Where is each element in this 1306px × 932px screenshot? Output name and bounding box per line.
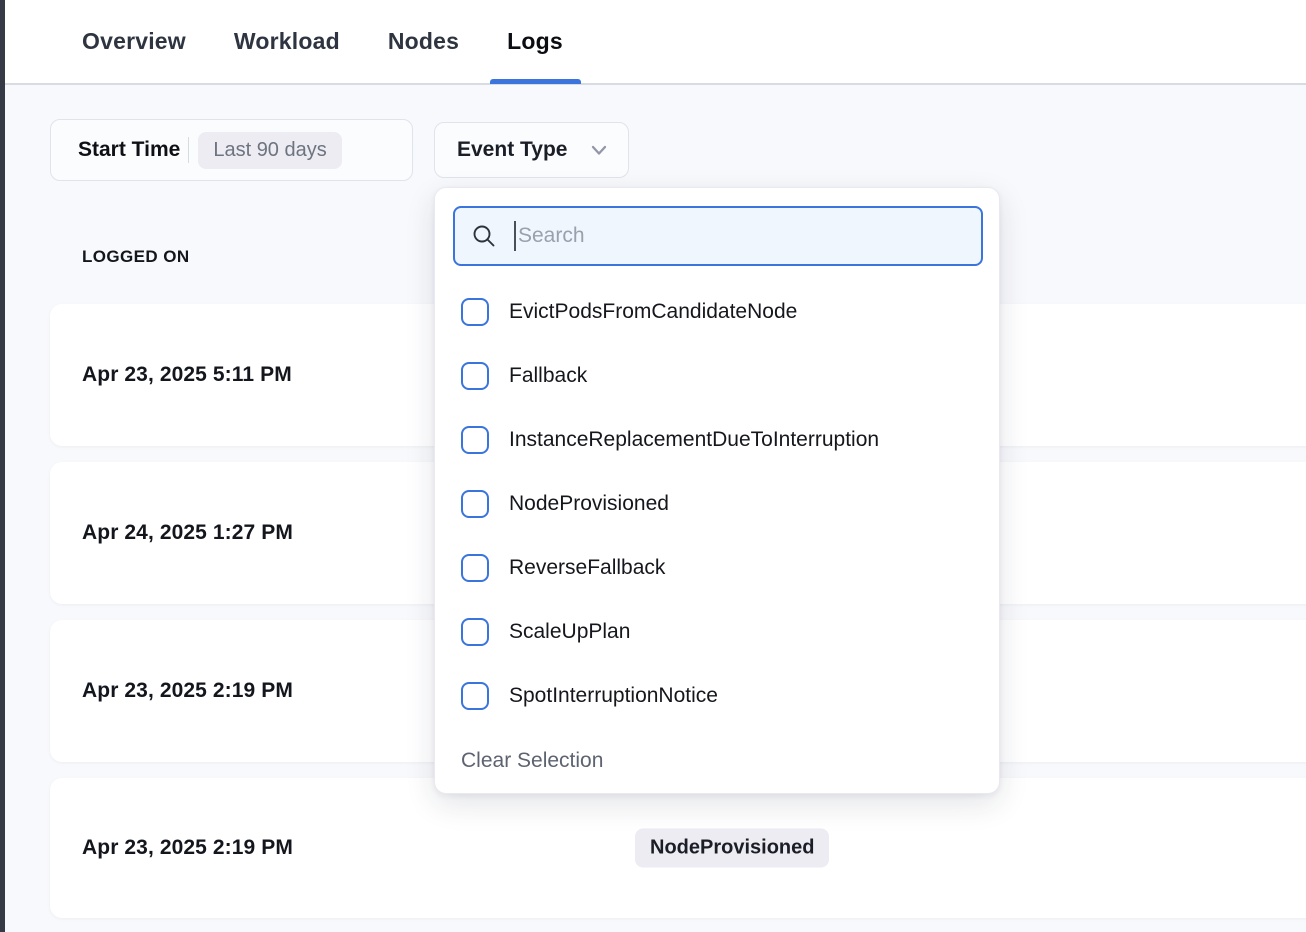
tab-overview[interactable]: Overview: [82, 0, 186, 84]
tab-workload[interactable]: Workload: [234, 0, 340, 84]
option-reversefallback[interactable]: ReverseFallback: [435, 536, 999, 600]
logged-on-timestamp: Apr 23, 2025 2:19 PM: [82, 679, 293, 703]
checkbox[interactable]: [461, 490, 489, 518]
left-sidebar-edge: [0, 0, 5, 932]
tab-logs-label: Logs: [507, 28, 563, 55]
option-fallback[interactable]: Fallback: [435, 344, 999, 408]
logged-on-timestamp: Apr 23, 2025 5:11 PM: [82, 363, 292, 387]
option-label: NodeProvisioned: [509, 492, 669, 516]
active-tab-indicator: [490, 79, 581, 84]
event-type-filter-button[interactable]: Event Type: [434, 122, 629, 178]
checkbox[interactable]: [461, 618, 489, 646]
tab-bar: Overview Workload Nodes Logs: [0, 0, 1306, 85]
log-table-row[interactable]: Apr 23, 2025 2:19 PM NodeProvisioned: [50, 778, 1306, 918]
option-spotinterruptionnotice[interactable]: SpotInterruptionNotice: [435, 664, 999, 728]
chevron-down-icon: [588, 139, 610, 161]
option-scaleupplan[interactable]: ScaleUpPlan: [435, 600, 999, 664]
tab-nodes[interactable]: Nodes: [388, 0, 459, 84]
event-type-label: Event Type: [457, 138, 588, 162]
filter-divider: [188, 137, 189, 163]
start-time-filter[interactable]: Start Time Last 90 days: [50, 119, 413, 181]
dropdown-search-box[interactable]: [453, 206, 983, 266]
checkbox[interactable]: [461, 426, 489, 454]
logged-on-timestamp: Apr 23, 2025 2:19 PM: [82, 836, 293, 860]
column-header-logged-on: LOGGED ON: [82, 247, 190, 267]
option-instancereplacementduetointerruption[interactable]: InstanceReplacementDueToInterruption: [435, 408, 999, 472]
search-input[interactable]: [516, 224, 981, 248]
option-label: EvictPodsFromCandidateNode: [509, 300, 797, 324]
event-type-badge: NodeProvisioned: [635, 829, 829, 868]
event-type-dropdown-panel: EvictPodsFromCandidateNode Fallback Inst…: [434, 187, 1000, 794]
search-icon: [471, 223, 497, 249]
tab-workload-label: Workload: [234, 28, 340, 55]
option-label: ScaleUpPlan: [509, 620, 630, 644]
tab-nodes-label: Nodes: [388, 28, 459, 55]
checkbox[interactable]: [461, 682, 489, 710]
checkbox[interactable]: [461, 362, 489, 390]
tab-logs[interactable]: Logs: [507, 0, 563, 84]
start-time-value-pill[interactable]: Last 90 days: [198, 132, 341, 169]
event-type-option-list: EvictPodsFromCandidateNode Fallback Inst…: [435, 280, 999, 728]
option-label: InstanceReplacementDueToInterruption: [509, 428, 879, 452]
option-label: ReverseFallback: [509, 556, 665, 580]
option-nodeprovisioned[interactable]: NodeProvisioned: [435, 472, 999, 536]
clear-selection-link[interactable]: Clear Selection: [461, 749, 603, 773]
option-label: Fallback: [509, 364, 587, 388]
logged-on-timestamp: Apr 24, 2025 1:27 PM: [82, 521, 293, 545]
option-label: SpotInterruptionNotice: [509, 684, 718, 708]
checkbox[interactable]: [461, 298, 489, 326]
start-time-label: Start Time: [78, 138, 180, 162]
tab-overview-label: Overview: [82, 28, 186, 55]
option-evictpodsfromcandidatenode[interactable]: EvictPodsFromCandidateNode: [435, 280, 999, 344]
checkbox[interactable]: [461, 554, 489, 582]
